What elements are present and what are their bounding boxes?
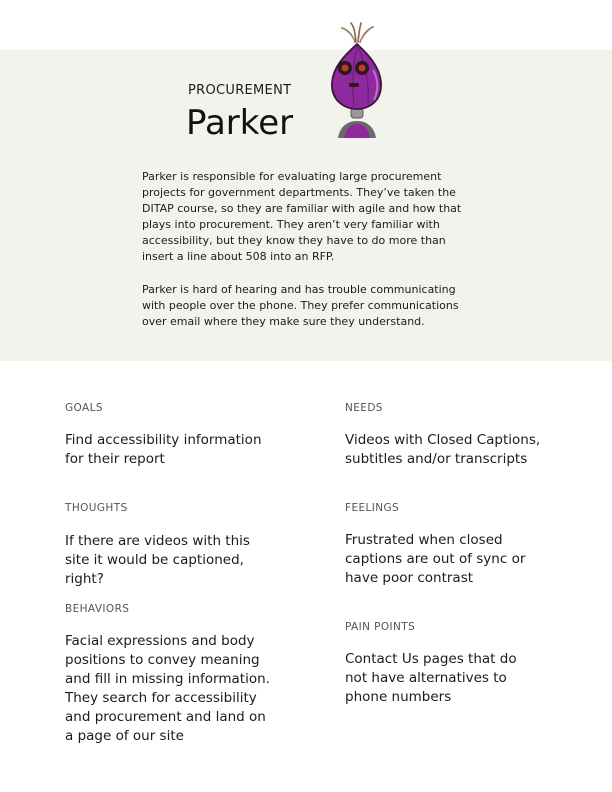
behaviors-heading: BEHAVIORS <box>65 603 130 615</box>
feelings-heading: FEELINGS <box>345 502 400 514</box>
thoughts-heading: THOUGHTS <box>65 502 128 514</box>
goals-text: Find accessibility information for their… <box>65 432 262 467</box>
pain-points-heading: PAIN POINTS <box>345 621 416 633</box>
persona-bio-paragraph: Parker is hard of hearing and has troubl… <box>142 283 459 328</box>
needs-text: Videos with Closed Captions, subtitles a… <box>345 432 541 467</box>
thoughts-text: If there are videos with this site it wo… <box>65 533 250 587</box>
persona-role: PROCUREMENT <box>188 83 292 98</box>
behaviors-text: Facial expressions and body positions to… <box>65 633 270 744</box>
goals-heading: GOALS <box>65 402 103 414</box>
persona-name: Parker <box>186 103 294 143</box>
needs-heading: NEEDS <box>345 402 383 414</box>
pain-points-text: Contact Us pages that do not have altern… <box>345 651 517 705</box>
feelings-text: Frustrated when closed captions are out … <box>345 532 526 586</box>
persona-bio-paragraph: Parker is responsible for evaluating lar… <box>142 170 462 263</box>
onion-robot-icon <box>331 22 382 138</box>
